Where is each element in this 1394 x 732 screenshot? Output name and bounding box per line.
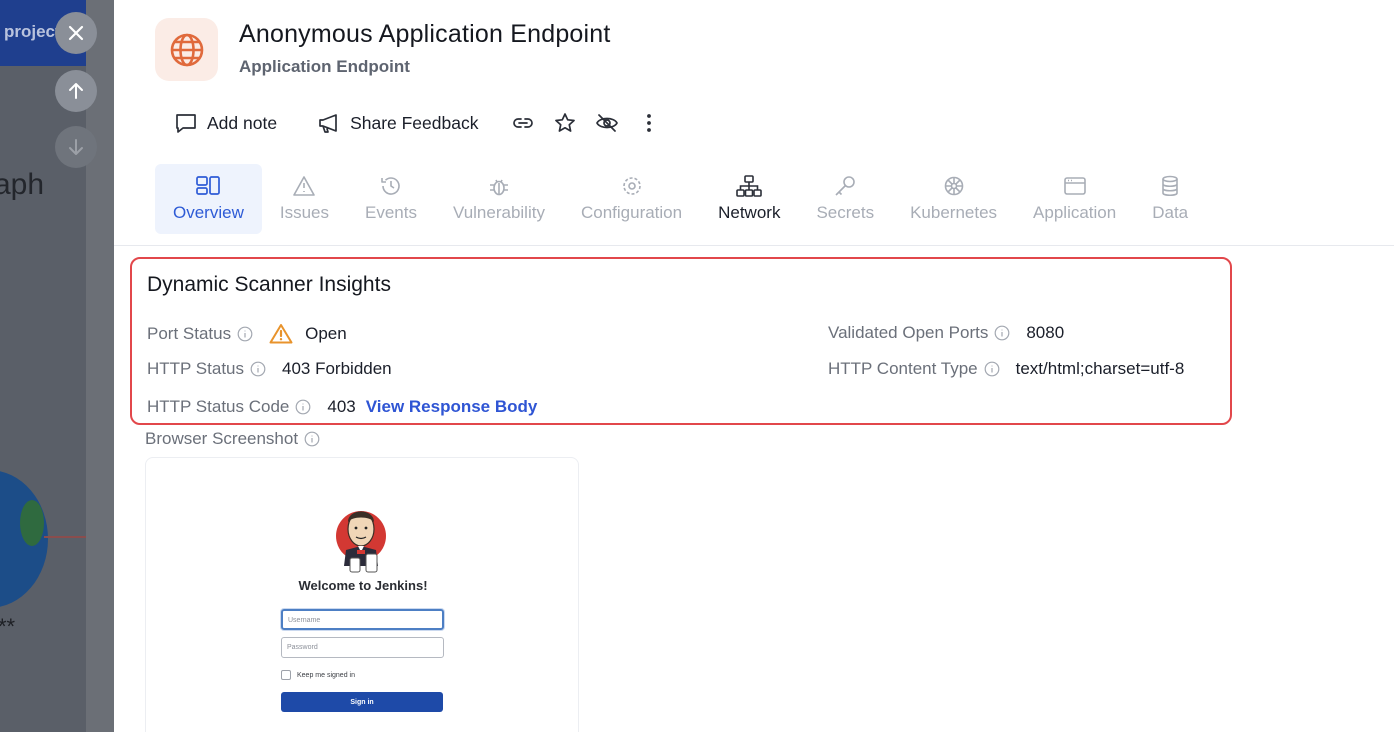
info-icon[interactable] — [237, 326, 253, 342]
arrow-up-icon — [69, 83, 83, 99]
add-note-button[interactable]: Add note — [174, 111, 277, 135]
entity-subtitle: Application Endpoint — [239, 57, 410, 76]
favorite-button[interactable] — [550, 108, 580, 138]
next-item-button[interactable] — [55, 126, 97, 168]
jenkins-username-field: Username — [281, 609, 444, 630]
http-status-value: 403 Forbidden — [282, 359, 392, 378]
validated-open-ports-row: Validated Open Ports 8080 — [828, 323, 1064, 343]
http-status-code-value: 403 — [327, 397, 356, 416]
close-drawer-button[interactable] — [55, 12, 97, 54]
drawer-edge-shadow — [86, 0, 114, 732]
tab-vulnerability[interactable]: Vulnerability — [435, 164, 563, 234]
tab-events[interactable]: Events — [347, 164, 435, 234]
http-content-type-row: HTTP Content Type text/html;charset=utf-… — [828, 359, 1184, 379]
tab-configuration-label: Configuration — [580, 203, 683, 222]
browser-screenshot-label-text: Browser Screenshot — [145, 429, 299, 448]
jenkins-keep-signed-in-label: Keep me signed in — [297, 671, 355, 679]
port-status-value: Open — [305, 323, 347, 343]
browser-screenshot-image[interactable]: Welcome to Jenkins! Username Password Ke… — [145, 457, 579, 732]
jenkins-keep-signed-in: Keep me signed in — [281, 670, 355, 680]
http-status-code-label: HTTP Status Code — [147, 397, 290, 416]
tab-events-label: Events — [365, 203, 417, 222]
window-icon — [1063, 177, 1086, 195]
tab-issues-label: Issues — [279, 203, 329, 222]
jenkins-logo-icon — [336, 511, 386, 573]
eye-off-icon — [596, 114, 619, 132]
validated-open-ports-label: Validated Open Ports — [828, 323, 989, 342]
gear-icon — [622, 177, 641, 195]
tab-network[interactable]: Network — [700, 164, 798, 234]
tab-secrets-label: Secrets — [816, 203, 875, 222]
database-icon — [1162, 175, 1178, 197]
background-graph-edge — [44, 536, 88, 538]
http-status-label: HTTP Status — [147, 359, 244, 378]
warning-triangle-icon — [269, 324, 293, 344]
background-stars: ** — [0, 614, 16, 639]
link-icon — [513, 118, 534, 128]
tab-bar: Overview Issues Events Vulnerability Con… — [155, 164, 1206, 234]
tab-issues[interactable]: Issues — [262, 164, 347, 234]
info-icon[interactable] — [295, 399, 311, 415]
share-feedback-label: Share Feedback — [350, 112, 479, 133]
add-note-label: Add note — [207, 112, 278, 133]
history-icon — [381, 177, 400, 195]
info-icon[interactable] — [304, 431, 320, 447]
previous-item-button[interactable] — [55, 70, 97, 112]
insights-title: Dynamic Scanner Insights — [147, 273, 391, 296]
overview-icon — [196, 176, 221, 195]
tab-network-label: Network — [718, 203, 781, 222]
tab-application[interactable]: Application — [1015, 164, 1134, 234]
entity-title: Anonymous Application Endpoint — [239, 20, 611, 48]
more-vertical-icon — [647, 114, 652, 132]
tab-application-label: Application — [1033, 203, 1117, 222]
port-status-row: Port Status Open — [147, 323, 347, 344]
star-icon — [555, 113, 576, 132]
network-icon — [736, 175, 763, 197]
bug-icon — [489, 179, 508, 196]
globe-icon — [170, 33, 203, 66]
megaphone-icon — [319, 114, 337, 133]
info-icon[interactable] — [994, 325, 1010, 341]
entity-drawer: Anonymous Application Endpoint Applicati… — [114, 0, 1394, 732]
warning-icon — [293, 176, 316, 196]
action-bar: Add note Share Feedback — [174, 106, 676, 140]
helm-icon — [944, 176, 963, 196]
http-status-row: HTTP Status 403 Forbidden — [147, 359, 392, 379]
jenkins-welcome-text: Welcome to Jenkins! — [298, 578, 428, 593]
hide-button[interactable] — [592, 108, 622, 138]
tab-configuration[interactable]: Configuration — [563, 164, 700, 234]
jenkins-password-field: Password — [281, 637, 444, 658]
tab-kubernetes[interactable]: Kubernetes — [892, 164, 1015, 234]
close-icon — [68, 25, 84, 41]
share-feedback-button[interactable]: Share Feedback — [317, 111, 478, 135]
tab-overview-label: Overview — [173, 203, 244, 222]
info-icon[interactable] — [984, 361, 1000, 377]
info-icon[interactable] — [250, 361, 266, 377]
arrow-down-icon — [69, 139, 83, 155]
tab-secrets[interactable]: Secrets — [798, 164, 892, 234]
validated-open-ports-value: 8080 — [1026, 323, 1065, 342]
dynamic-scanner-insights-panel: Dynamic Scanner Insights Port Status Ope… — [130, 257, 1232, 425]
view-response-body-link[interactable]: View Response Body — [366, 397, 538, 417]
http-content-type-label: HTTP Content Type — [828, 359, 978, 378]
tab-kubernetes-label: Kubernetes — [910, 203, 998, 222]
browser-screenshot-label: Browser Screenshot — [145, 429, 320, 449]
jenkins-sign-in-button: Sign in — [281, 692, 443, 712]
background-heading: aph — [0, 168, 45, 201]
checkbox-icon — [281, 670, 291, 680]
entity-type-icon — [155, 18, 218, 81]
copy-link-button[interactable] — [508, 108, 538, 138]
http-status-code-row: HTTP Status Code 403 View Response Body — [147, 397, 537, 417]
more-options-button[interactable] — [634, 108, 664, 138]
port-status-label: Port Status — [147, 323, 232, 343]
tab-data[interactable]: Data — [1134, 164, 1206, 234]
tab-overview[interactable]: Overview — [155, 164, 262, 234]
comment-icon — [176, 114, 196, 133]
background-graph-node-detail — [20, 500, 44, 546]
tab-data-label: Data — [1152, 203, 1189, 222]
http-content-type-value: text/html;charset=utf-8 — [1015, 359, 1185, 378]
tab-vulnerability-label: Vulnerability — [452, 203, 545, 222]
tab-divider — [114, 245, 1394, 246]
key-icon — [835, 176, 856, 196]
